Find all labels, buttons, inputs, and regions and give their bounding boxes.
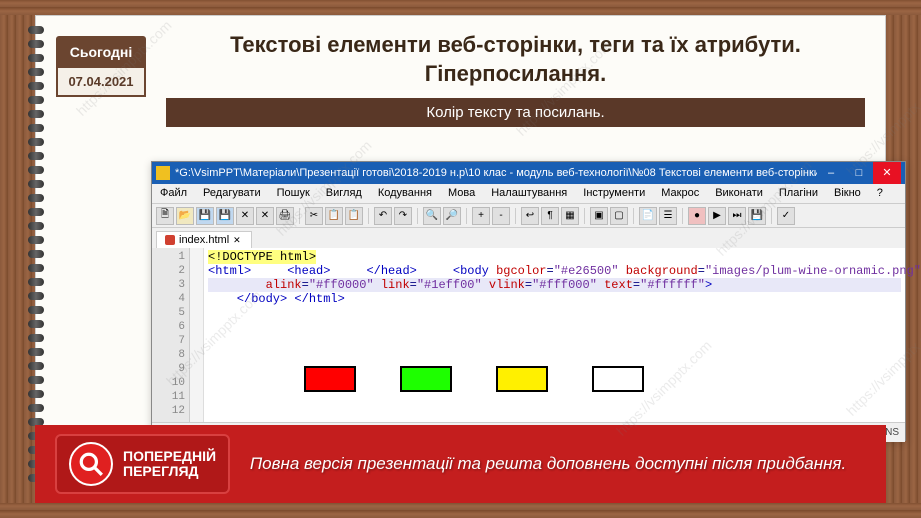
swatch-green — [400, 366, 452, 392]
minimize-button[interactable]: – — [817, 162, 845, 184]
notepadpp-window: *G:\VsimPPT\Матеріали\Презентації готові… — [151, 161, 906, 441]
tool-funclist-icon[interactable]: ☰ — [659, 207, 677, 225]
tool-cut-icon[interactable]: ✂ — [305, 207, 323, 225]
tool-close-icon[interactable]: ✕ — [236, 207, 254, 225]
date-label: Сьогодні — [56, 36, 146, 68]
code-html-open: <html> — [208, 264, 251, 278]
line-numbers: 123456789101112 — [152, 248, 190, 422]
tool-save-icon[interactable]: 💾 — [196, 207, 214, 225]
preview-badge[interactable]: ПОПЕРЕДНІЙ ПЕРЕГЛЯД — [55, 434, 230, 494]
code-head-close: </head> — [338, 264, 417, 278]
npp-tabbar: index.html ✕ — [152, 228, 905, 248]
tool-playmulti-icon[interactable]: ⏭ — [728, 207, 746, 225]
date-badge: Сьогодні 07.04.2021 — [56, 36, 146, 97]
tool-savemacro-icon[interactable]: 💾 — [748, 207, 766, 225]
maximize-button[interactable]: □ — [845, 162, 873, 184]
tool-spellcheck-icon[interactable]: ✓ — [777, 207, 795, 225]
tool-undo-icon[interactable]: ↶ — [374, 207, 392, 225]
title-area: Текстові елементи веб-сторінки, теги та … — [166, 16, 865, 88]
menu-language[interactable]: Мова — [440, 184, 483, 203]
npp-toolbar: 🗎 📂 💾 💾 ✕ ✕ 🖨 ✂ 📋 📋 ↶ ↷ 🔍 🔎 + - ↩ ¶ ▦ — [152, 204, 905, 228]
code-head-open: <head> — [258, 264, 330, 278]
close-button[interactable]: ✕ — [873, 162, 901, 184]
tool-zoomin-icon[interactable]: + — [472, 207, 490, 225]
subtitle-bar: Колір тексту та посилань. — [166, 98, 865, 127]
banner-message: Повна версія презентації та решта доповн… — [230, 453, 866, 475]
menu-edit[interactable]: Редагувати — [195, 184, 269, 203]
tool-copy-icon[interactable]: 📋 — [325, 207, 343, 225]
code-area[interactable]: <!DOCTYPE html> <html> <head> </head> <b… — [204, 248, 905, 422]
menu-file[interactable]: Файл — [152, 184, 195, 203]
date-value: 07.04.2021 — [56, 68, 146, 97]
binding-rings — [28, 26, 44, 492]
fold-column[interactable] — [190, 248, 204, 422]
npp-titlebar[interactable]: *G:\VsimPPT\Матеріали\Презентації готові… — [152, 162, 905, 184]
magnifier-icon — [69, 442, 113, 486]
color-swatches — [304, 366, 644, 392]
bottom-banner: ПОПЕРЕДНІЙ ПЕРЕГЛЯД Повна версія презент… — [35, 425, 886, 503]
tool-unfold-icon[interactable]: ▢ — [610, 207, 628, 225]
tool-zoomout-icon[interactable]: - — [492, 207, 510, 225]
tool-print-icon[interactable]: 🖨 — [276, 207, 294, 225]
menu-window[interactable]: Вікно — [826, 184, 869, 203]
page-title: Текстові елементи веб-сторінки, теги та … — [166, 31, 865, 88]
tool-open-icon[interactable]: 📂 — [176, 207, 194, 225]
npp-menubar: Файл Редагувати Пошук Вигляд Кодування М… — [152, 184, 905, 204]
code-body-close: </body> — [208, 292, 287, 306]
menu-run[interactable]: Виконати — [707, 184, 771, 203]
tool-replace-icon[interactable]: 🔎 — [443, 207, 461, 225]
tool-indent-icon[interactable]: ▦ — [561, 207, 579, 225]
tool-saveall-icon[interactable]: 💾 — [216, 207, 234, 225]
tool-paste-icon[interactable]: 📋 — [345, 207, 363, 225]
tool-redo-icon[interactable]: ↷ — [394, 207, 412, 225]
npp-tab-label: index.html — [179, 234, 229, 246]
swatch-yellow — [496, 366, 548, 392]
tool-new-icon[interactable]: 🗎 — [156, 207, 174, 225]
tool-docmap-icon[interactable]: 📄 — [639, 207, 657, 225]
menu-tools[interactable]: Інструменти — [575, 184, 653, 203]
npp-editor[interactable]: 123456789101112 <!DOCTYPE html> <html> <… — [152, 248, 905, 422]
tool-play-icon[interactable]: ▶ — [708, 207, 726, 225]
tool-record-icon[interactable]: ● — [688, 207, 706, 225]
tool-closeall-icon[interactable]: ✕ — [256, 207, 274, 225]
tool-fold-icon[interactable]: ▣ — [590, 207, 608, 225]
menu-help[interactable]: ? — [869, 184, 891, 203]
preview-label: ПОПЕРЕДНІЙ ПЕРЕГЛЯД — [123, 449, 216, 480]
menu-macro[interactable]: Макрос — [653, 184, 707, 203]
wood-border-bottom — [0, 503, 921, 518]
menu-encoding[interactable]: Кодування — [370, 184, 440, 203]
tool-wordwrap-icon[interactable]: ↩ — [521, 207, 539, 225]
menu-settings[interactable]: Налаштування — [483, 184, 575, 203]
npp-title-text: *G:\VsimPPT\Матеріали\Презентації готові… — [175, 167, 817, 179]
npp-tab[interactable]: index.html ✕ — [156, 231, 252, 248]
swatch-white — [592, 366, 644, 392]
menu-view[interactable]: Вигляд — [318, 184, 370, 203]
menu-plugins[interactable]: Плагіни — [771, 184, 826, 203]
tab-close-icon[interactable]: ✕ — [233, 235, 243, 245]
wood-border-top — [0, 0, 921, 15]
npp-app-icon — [156, 166, 170, 180]
code-doctype: <!DOCTYPE html> — [208, 250, 316, 264]
tool-showchars-icon[interactable]: ¶ — [541, 207, 559, 225]
menu-search[interactable]: Пошук — [269, 184, 318, 203]
tab-modified-icon — [165, 235, 175, 245]
code-html-close: </html> — [294, 292, 344, 306]
tool-find-icon[interactable]: 🔍 — [423, 207, 441, 225]
swatch-red — [304, 366, 356, 392]
